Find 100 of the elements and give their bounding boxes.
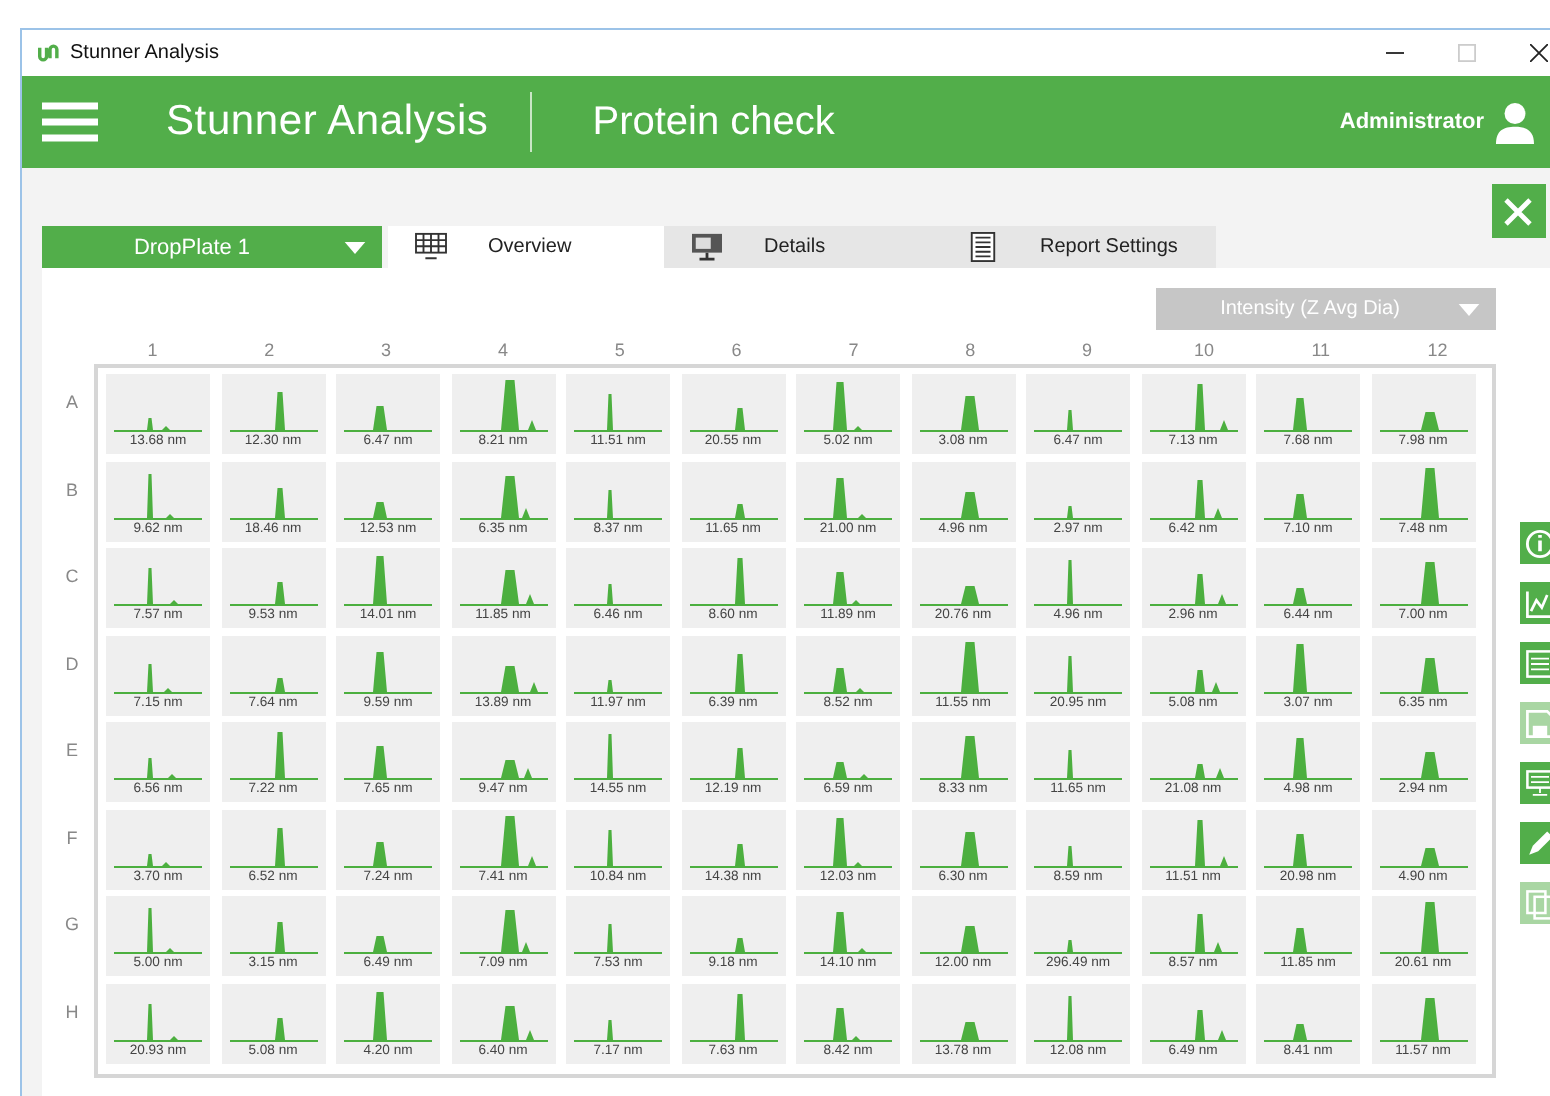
peak-drawing [344,991,432,1041]
grid-icon [414,232,448,262]
menu-icon[interactable] [42,102,98,142]
peak-drawing [1149,819,1237,867]
peak-drawing [1379,657,1467,693]
peak-drawing [1379,562,1467,606]
peak-drawing [919,396,1007,432]
peak-drawing [344,651,432,693]
row-header: H [63,999,81,1025]
tab[interactable]: Report Settings [940,226,1216,268]
tab[interactable]: Overview [388,226,664,268]
row-header: G [62,912,81,938]
peak-drawing [804,572,892,606]
logo-icon [38,44,62,62]
row-header: B [63,477,80,503]
peak-drawing [459,380,547,432]
caret-icon [1458,304,1480,316]
peak-drawing [574,584,662,606]
tab[interactable]: Details [664,226,940,268]
peak-drawing [459,1005,547,1041]
peak-drawing [1264,928,1352,954]
page-title: Protein check [592,99,835,145]
column-header: 3 [379,340,394,360]
peak-drawing [919,1021,1007,1041]
peak-drawing [1264,738,1352,780]
row-header: A [63,390,80,416]
peak-drawing [1149,764,1237,780]
peak-drawing [804,1007,892,1041]
peak-drawing [114,758,202,780]
peak-drawing [1149,1009,1237,1041]
user-name: Administrator [1339,110,1484,134]
peak-drawing [229,487,317,519]
peak-drawing [689,938,777,954]
peak-drawing [344,556,432,606]
peak-drawing [1264,493,1352,519]
peak-drawing [804,382,892,432]
peak-drawing [344,936,432,954]
peak-drawing [459,570,547,606]
peak-drawing [1149,479,1237,519]
peak-drawing [919,926,1007,954]
monitor-icon [690,232,724,262]
peak-drawing [1149,914,1237,954]
peak-drawing [574,679,662,693]
peak-drawing [229,922,317,954]
peak-drawing [574,734,662,780]
maximize-button[interactable] [1458,44,1476,62]
peak-drawing [1034,505,1122,519]
peak-drawing [574,924,662,954]
peak-drawing [919,641,1007,693]
peak-drawing [689,993,777,1041]
column-header: 1 [145,340,160,360]
peak-drawing [574,489,662,519]
row-header: C [63,564,81,590]
peak-drawing [804,817,892,867]
peak-drawing [114,568,202,606]
peak-drawing [1034,655,1122,693]
peak-drawing [459,815,547,867]
close-icon[interactable] [1530,44,1548,62]
user-icon[interactable] [1496,101,1534,143]
app-name: Stunner Analysis [166,98,489,146]
peak-drawing [1264,643,1352,693]
peak-drawing [229,677,317,693]
peak-drawing [1379,752,1467,780]
peak-drawing [1034,940,1122,954]
peak-drawing [1379,412,1467,432]
peak-drawing [229,827,317,867]
peak-drawing [114,473,202,519]
peak-drawing [1149,384,1237,432]
peak-drawing [114,418,202,432]
peak-drawing [1034,845,1122,867]
close-button[interactable] [1492,184,1546,238]
peak-drawing [1264,1023,1352,1041]
row-header: D [63,651,81,677]
peak-drawing [1149,574,1237,606]
row-header: E [63,738,80,764]
peak-drawing [229,1017,317,1041]
peak-drawing [114,908,202,954]
peak-drawing [459,665,547,693]
column-header: 2 [262,340,277,360]
column-header: 12 [1425,340,1450,360]
peak-drawing [1379,902,1467,954]
peak-drawing [1034,410,1122,432]
peak-drawing [689,748,777,780]
row-header: F [64,825,80,851]
peak-drawing [804,912,892,954]
peak-drawing [1034,995,1122,1041]
peak-drawing [344,406,432,432]
peak-drawing [229,582,317,606]
column-header: 8 [963,340,978,360]
peak-drawing [229,732,317,780]
peak-drawing [919,831,1007,867]
column-header: 9 [1080,340,1095,360]
peak-drawing [344,841,432,867]
peak-drawing [1264,588,1352,606]
peak-drawing [459,760,547,780]
peak-drawing [1264,398,1352,432]
peak-drawing [804,477,892,519]
peak-drawing [804,667,892,693]
column-header: 11 [1309,340,1333,360]
peak-drawing [689,653,777,693]
